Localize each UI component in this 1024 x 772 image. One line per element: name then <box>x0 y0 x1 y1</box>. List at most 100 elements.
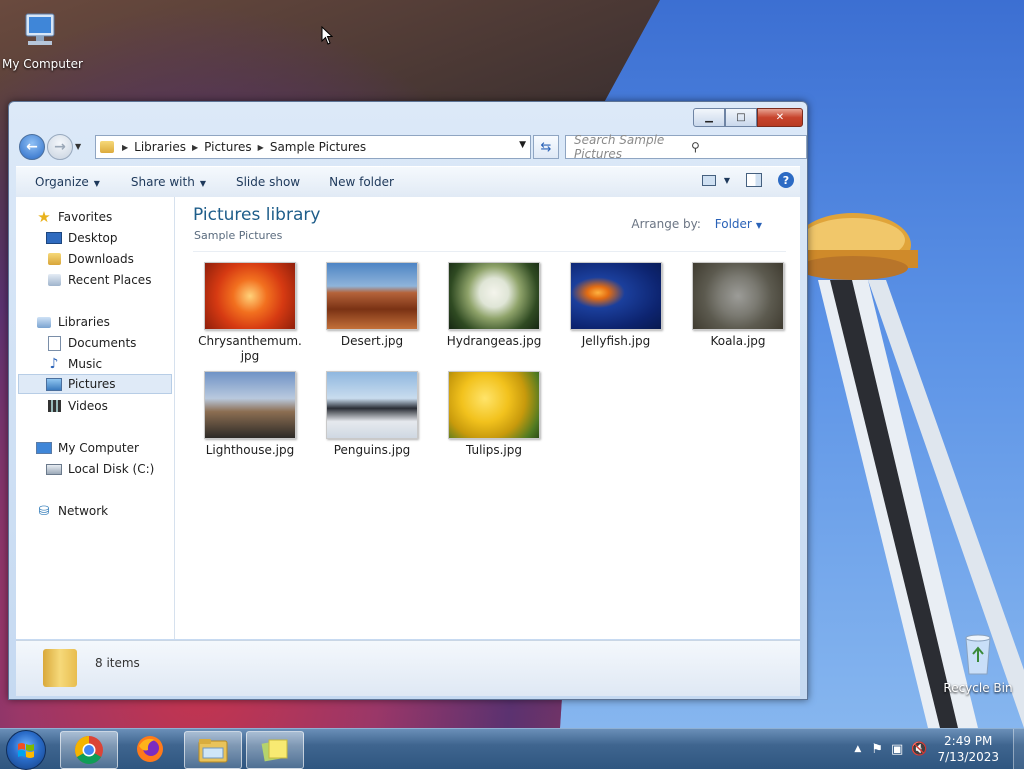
recycle-bin-icon <box>965 634 991 675</box>
divider <box>193 251 786 252</box>
share-with-button[interactable]: Share with ▼ <box>114 175 220 189</box>
file-tile-hydrangeas[interactable]: Hydrangeas.jpg <box>439 262 549 349</box>
file-name: Jellyfish.jpg <box>581 334 651 348</box>
file-tile-jellyfish[interactable]: Jellyfish.jpg <box>561 262 671 349</box>
close-icon: ✕ <box>775 112 785 123</box>
chevron-down-icon: ▼ <box>755 221 762 230</box>
clock-time: 2:49 PM <box>944 734 993 748</box>
refresh-button[interactable]: ⇆ <box>533 135 559 159</box>
taskbar-sticky-notes[interactable] <box>246 731 304 769</box>
arrange-by: Arrange by: Folder ▼ <box>631 217 762 231</box>
show-desktop-button[interactable] <box>1013 729 1024 769</box>
taskbar-file-explorer[interactable] <box>184 731 242 769</box>
firefox-icon <box>137 736 163 762</box>
chrome-icon <box>75 736 103 764</box>
thumbnail-tulips <box>448 371 540 439</box>
recent-pages-dropdown[interactable]: ▼ <box>75 142 81 151</box>
mouse-cursor-icon <box>321 26 333 45</box>
nav-pictures[interactable]: Pictures <box>18 374 172 394</box>
network-status-icon[interactable]: ▣ <box>891 742 903 757</box>
nav-music[interactable]: ♪ Music <box>46 354 103 374</box>
taskbar-firefox[interactable] <box>122 731 178 767</box>
thumbnail-penguins <box>326 371 418 439</box>
search-icon[interactable]: ⚲ <box>683 140 806 154</box>
minimize-button[interactable]: ▁ <box>693 108 725 127</box>
start-button[interactable] <box>6 730 46 770</box>
thumbnail-koala <box>692 262 784 330</box>
videos-icon <box>46 398 62 414</box>
file-tile-tulips[interactable]: Tulips.jpg <box>439 371 549 458</box>
library-title: Pictures library <box>193 205 321 225</box>
breadcrumb-libraries[interactable]: Libraries <box>128 140 192 154</box>
address-bar[interactable]: ▶ Libraries ▶ Pictures ▶ Sample Pictures… <box>95 135 531 159</box>
folder-icon <box>100 141 114 153</box>
search-input[interactable]: Search Sample Pictures <box>566 133 683 161</box>
address-dropdown-icon[interactable]: ▼ <box>519 140 526 150</box>
view-icon <box>701 174 716 186</box>
search-box[interactable]: Search Sample Pictures ⚲ <box>565 133 807 161</box>
forward-button[interactable]: → <box>47 134 73 160</box>
nav-my-computer[interactable]: My Computer <box>36 438 139 458</box>
preview-pane-button[interactable] <box>746 173 762 187</box>
nav-label: Favorites <box>58 210 113 224</box>
nav-label: Desktop <box>68 231 118 245</box>
command-bar: Organize ▼ Share with ▼ Slide show New fol… <box>16 166 800 198</box>
desktop-icon-my-computer[interactable]: My Computer <box>2 10 83 71</box>
explorer-window[interactable]: ▁ □ ✕ ← → ▼ ▶ Libraries ▶ Pictures ▶ Sam… <box>8 101 808 700</box>
sticky-notes-icon <box>261 739 288 762</box>
file-tile-desert[interactable]: Desert.jpg <box>317 262 427 349</box>
music-note-icon: ♪ <box>49 356 59 372</box>
nav-videos[interactable]: Videos <box>46 396 108 416</box>
slide-show-button[interactable]: Slide show <box>220 175 314 189</box>
details-pane: 8 items <box>16 640 800 696</box>
computer-icon <box>25 13 55 45</box>
show-hidden-icons-button[interactable]: ▲ <box>854 744 861 754</box>
file-name: Desert.jpg <box>340 334 404 348</box>
refresh-icon: ⇆ <box>540 139 552 155</box>
nav-label: Recent Places <box>68 273 152 287</box>
nav-libraries[interactable]: Libraries <box>36 312 110 332</box>
new-folder-button[interactable]: New folder <box>314 175 408 189</box>
nav-downloads[interactable]: Downloads <box>46 249 134 269</box>
breadcrumb-pictures[interactable]: Pictures <box>198 140 258 154</box>
back-button[interactable]: ← <box>19 134 45 160</box>
arrange-by-dropdown[interactable]: Folder <box>715 217 752 231</box>
organize-button[interactable]: Organize ▼ <box>16 175 114 189</box>
close-button[interactable]: ✕ <box>757 108 803 127</box>
maximize-icon: □ <box>736 112 746 123</box>
file-tile-lighthouse[interactable]: Lighthouse.jpg <box>195 371 305 458</box>
downloads-folder-icon <box>46 251 62 267</box>
nav-label: Documents <box>68 336 137 350</box>
file-view: Pictures library Sample Pictures Arrange… <box>175 197 800 639</box>
taskbar: ▲ ⚑ ▣ 🔇 2:49 PM 7/13/2023 <box>0 728 1024 770</box>
change-view-button[interactable]: ▼ <box>701 174 730 186</box>
forward-arrow-icon: → <box>54 139 66 155</box>
nav-local-disk[interactable]: Local Disk (C:) <box>46 459 154 479</box>
breadcrumb-sample-pictures[interactable]: Sample Pictures <box>264 140 372 154</box>
file-name: Hydrangeas.jpg <box>446 334 542 348</box>
computer-icon <box>36 440 52 456</box>
volume-muted-icon[interactable]: 🔇 <box>911 742 927 757</box>
back-arrow-icon: ← <box>26 139 38 155</box>
taskbar-clock[interactable]: 2:49 PM 7/13/2023 <box>937 733 999 765</box>
file-tile-chrysanthemum[interactable]: Chrysanthemum. jpg <box>195 262 305 364</box>
file-tile-koala[interactable]: Koala.jpg <box>683 262 793 349</box>
maximize-button[interactable]: □ <box>725 108 757 127</box>
help-button[interactable]: ? <box>778 172 794 188</box>
desktop-icon-recycle-bin[interactable]: Recycle Bin <box>940 630 1016 695</box>
nav-label: Libraries <box>58 315 110 329</box>
nav-network[interactable]: ⛁ Network <box>36 501 109 521</box>
nav-desktop[interactable]: Desktop <box>46 228 118 248</box>
nav-recent-places[interactable]: Recent Places <box>46 270 151 290</box>
pictures-icon <box>46 376 62 392</box>
thumbnail-lighthouse <box>204 371 296 439</box>
taskbar-chrome[interactable] <box>60 731 118 769</box>
action-center-icon[interactable]: ⚑ <box>871 742 883 757</box>
nav-label: Network <box>58 504 109 518</box>
file-tile-penguins[interactable]: Penguins.jpg <box>317 371 427 458</box>
nav-documents[interactable]: Documents <box>46 333 136 353</box>
chevron-down-icon: ▼ <box>199 179 206 188</box>
nav-favorites[interactable]: ★ Favorites <box>36 207 112 227</box>
clock-date: 7/13/2023 <box>937 750 999 764</box>
slide-show-label: Slide show <box>235 175 301 189</box>
